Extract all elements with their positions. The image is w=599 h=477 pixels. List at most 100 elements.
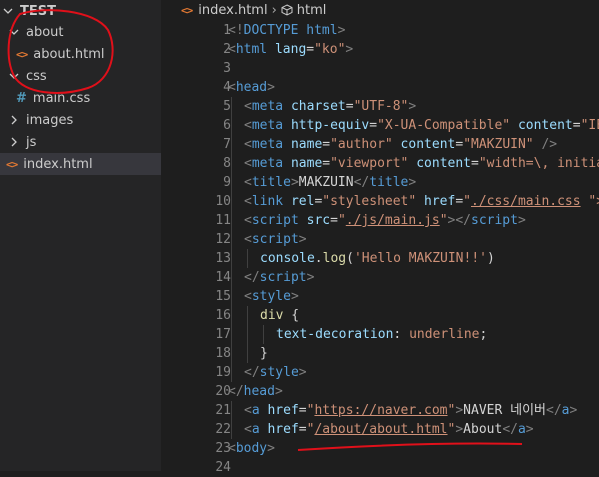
line-number: 13 (215, 251, 231, 266)
code-text: </head> (228, 384, 283, 399)
line-number: 12 (215, 232, 231, 247)
indent-guide (231, 135, 232, 154)
tree-folder-js[interactable]: js (0, 131, 161, 153)
tree-item-label: images (26, 112, 74, 128)
code-editor[interactable]: <> index.html › html 1 <!DOCTYPE html> 2 <… (161, 0, 599, 475)
chevron-right-icon (8, 136, 20, 148)
tree-item-label: main.css (32, 90, 91, 106)
link-path[interactable]: /about/about.html (314, 422, 447, 437)
tree-folder-images[interactable]: images (0, 109, 161, 131)
link-path[interactable]: https://naver.com (314, 403, 447, 418)
code-text: <meta charset="UTF-8"> (244, 99, 417, 114)
chevron-right-icon (8, 114, 20, 126)
indent-guide (231, 420, 232, 439)
code-line: 12 <script> (161, 230, 599, 249)
code-line: 16 div { (161, 306, 599, 325)
indent-guide (231, 325, 232, 344)
code-text: <a href="/about/about.html">About</a> (244, 422, 534, 437)
code-text: <style> (244, 289, 299, 304)
link-path[interactable]: ./css/main.css (471, 194, 581, 209)
tree-item-label: about.html (33, 46, 105, 62)
html-file-icon: <> (6, 157, 18, 171)
code-line: 14 </script> (161, 268, 599, 287)
indent-guide (231, 116, 232, 135)
code-text: <a href="https://naver.com">NAVER 네이버</a… (244, 403, 578, 418)
breadcrumb-symbol[interactable]: html (297, 3, 327, 18)
line-number: 5 (223, 99, 231, 114)
code-text: } (260, 346, 268, 361)
code-text: </script> (244, 270, 315, 285)
code-lines: 1 <!DOCTYPE html> 2 <html lang="ko"> 3 4 <h… (161, 21, 599, 477)
code-line: 9 <title>MAKZUIN</title> (161, 173, 599, 192)
tree-item-label: about (26, 24, 64, 40)
indent-guide (247, 325, 248, 344)
line-number: 6 (223, 118, 231, 133)
tree-item-label: css (26, 68, 47, 84)
indent-guide (247, 344, 248, 363)
code-line: 4 <head> (161, 78, 599, 97)
tree-item-label: js (26, 134, 37, 150)
explorer-root-label: TEST (20, 3, 56, 19)
line-number: 18 (215, 346, 231, 361)
line-number: 20 (215, 384, 231, 399)
tree-file-index-html[interactable]: <> index.html (0, 153, 161, 175)
explorer-sidebar: TEST about <> about.html css # main.css … (0, 0, 161, 471)
line-number: 14 (215, 270, 231, 285)
line-number: 24 (215, 460, 231, 475)
code-line: 6 <meta http-equiv="X-UA-Compatible" cont… (161, 116, 599, 135)
indent-guide (231, 154, 232, 173)
code-line: 18} (161, 344, 599, 363)
indent-guide (231, 173, 232, 192)
code-line: 1 <!DOCTYPE html> (161, 21, 599, 40)
code-text: <!DOCTYPE html> (228, 23, 346, 38)
line-number: 9 (223, 175, 231, 190)
code-line: 21 <a href="https://naver.com">NAVER 네이버<… (161, 401, 599, 420)
chevron-right-icon: › (271, 2, 277, 18)
breadcrumb: <> index.html › html (161, 0, 599, 20)
code-line: 3 (161, 59, 599, 78)
tree-file-about-html[interactable]: <> about.html (0, 43, 161, 65)
line-number: 22 (215, 422, 231, 437)
symbol-cube-icon (281, 4, 293, 16)
html-file-icon: <> (181, 3, 193, 17)
line-number: 15 (215, 289, 231, 304)
code-text: <html lang="ko"> (228, 42, 354, 57)
link-path[interactable]: ./js/main.js (346, 213, 440, 228)
indent-guide (231, 211, 232, 230)
explorer-root[interactable]: TEST (0, 0, 161, 22)
indent-guide (247, 306, 248, 325)
line-number: 23 (215, 441, 231, 456)
css-file-icon: # (16, 90, 27, 106)
line-number: 16 (215, 308, 231, 323)
line-number: 8 (223, 156, 231, 171)
indent-guide (247, 249, 248, 268)
indent-guide (231, 230, 232, 249)
tree-folder-css[interactable]: css (0, 65, 161, 87)
line-number: 10 (215, 194, 231, 209)
breadcrumb-file[interactable]: index.html (198, 3, 267, 18)
indent-guide (231, 268, 232, 287)
code-text: <meta http-equiv="X-UA-Compatible" conte… (244, 118, 599, 133)
indent-guide (231, 344, 232, 363)
chevron-down-icon (2, 5, 14, 17)
tree-item-label: index.html (23, 156, 93, 172)
line-number: 19 (215, 365, 231, 380)
indent-guide (231, 306, 232, 325)
code-line: 5 <meta charset="UTF-8"> (161, 97, 599, 116)
code-line: 23 <body> (161, 439, 599, 458)
code-text: </style> (244, 365, 307, 380)
code-line: 17 text-decoration: underline; (161, 325, 599, 344)
code-line: 2 <html lang="ko"> (161, 40, 599, 59)
chevron-down-icon (8, 70, 20, 82)
indent-guide (231, 192, 232, 211)
tree-folder-about[interactable]: about (0, 21, 161, 43)
line-number: 17 (215, 327, 231, 342)
tree-file-main-css[interactable]: # main.css (0, 87, 161, 109)
indent-guide (231, 97, 232, 116)
line-number: 21 (215, 403, 231, 418)
code-text: div { (260, 308, 300, 323)
line-number: 4 (223, 80, 231, 95)
code-text: <script src="./js/main.js"></script> (244, 213, 526, 228)
code-text: <script> (244, 232, 307, 247)
code-text: <meta name="viewport" content="width=\, … (244, 156, 599, 171)
